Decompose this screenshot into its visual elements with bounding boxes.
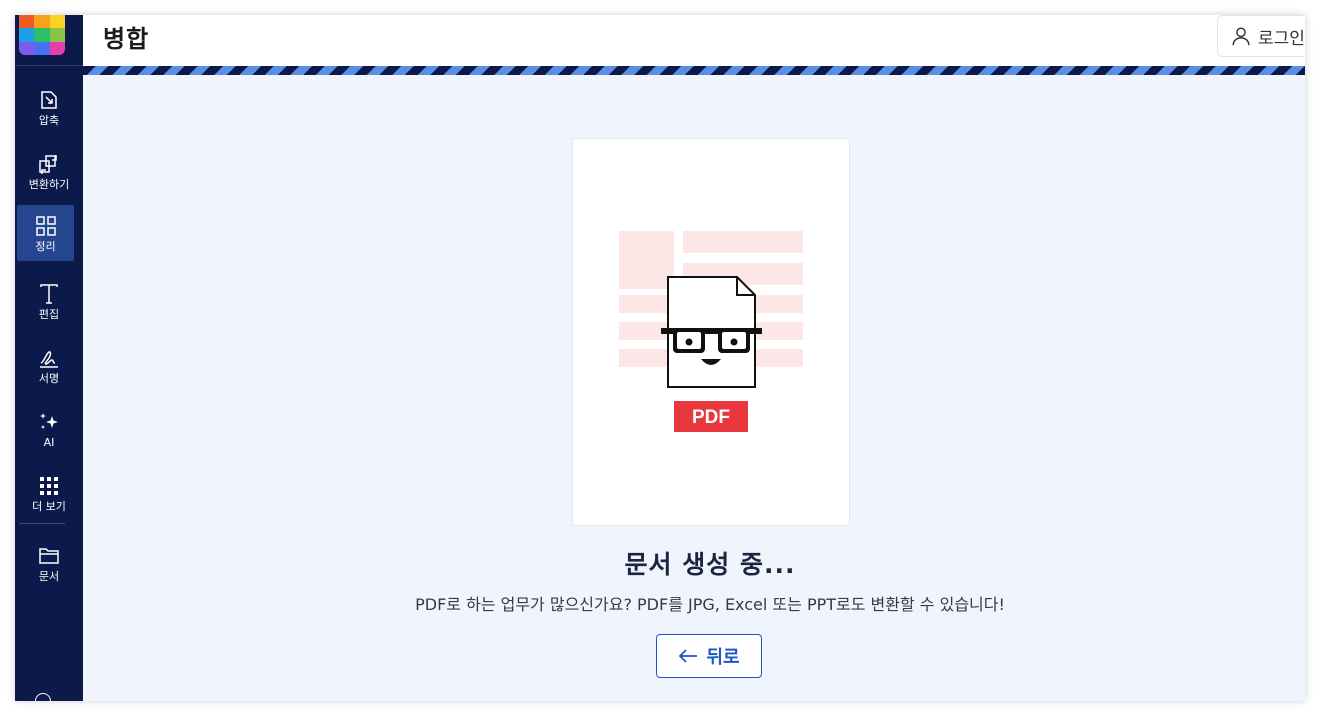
progress-stripe	[83, 66, 1305, 75]
back-button-label: 뒤로	[706, 647, 740, 668]
document-face-icon	[661, 276, 762, 388]
sidebar-item-convert[interactable]: 변환하기	[15, 143, 83, 199]
sidebar-item-label: 변환하기	[28, 177, 70, 191]
app-window: 압축 변환하기 정리 편집 서명 AI 더 보기 문서 병합 로그인 PDF 문…	[15, 15, 1305, 701]
pdf-badge-label: PDF	[692, 407, 730, 428]
sidebar-item-ai[interactable]: AI	[15, 401, 83, 457]
help-icon[interactable]	[35, 693, 51, 701]
pdf-illustration: PDF	[619, 231, 803, 432]
arrow-left-icon	[679, 649, 698, 663]
main-content: PDF 문서 생성 중... PDF로 하는 업무가 많으신가요? PDF를 J…	[83, 75, 1305, 701]
organize-icon	[35, 215, 56, 236]
sidebar-item-label: 정리	[35, 239, 56, 253]
login-label: 로그인	[1258, 28, 1305, 49]
sidebar-item-label: 편집	[38, 307, 60, 321]
back-button[interactable]: 뒤로	[656, 634, 762, 678]
sidebar: 압축 변환하기 정리 편집 서명 AI 더 보기 문서	[15, 15, 83, 701]
sidebar-item-label: 서명	[38, 371, 60, 385]
sidebar-item-organize[interactable]: 정리	[17, 205, 74, 261]
sidebar-item-label: AI	[43, 435, 55, 449]
header: 병합 로그인	[83, 15, 1305, 67]
sidebar-item-sign[interactable]: 서명	[15, 337, 83, 393]
status-description: PDF로 하는 업무가 많으신가요? PDF를 JPG, Excel 또는 PP…	[415, 595, 1005, 614]
ai-sparkle-icon	[40, 412, 58, 429]
convert-icon	[39, 154, 57, 174]
app-logo[interactable]	[19, 15, 65, 55]
document-preview-card: PDF	[572, 138, 850, 526]
sidebar-item-label: 더 보기	[32, 499, 66, 513]
sidebar-item-documents[interactable]: 문서	[15, 535, 83, 591]
sidebar-divider	[19, 523, 65, 524]
sidebar-item-label: 압축	[38, 113, 60, 127]
page-title: 병합	[103, 25, 150, 53]
status-title: 문서 생성 중...	[624, 550, 796, 579]
sidebar-item-edit[interactable]: 편집	[15, 273, 83, 329]
edit-text-icon	[40, 283, 58, 304]
sidebar-item-more[interactable]: 더 보기	[15, 465, 83, 521]
folder-icon	[39, 547, 59, 564]
sidebar-divider	[15, 65, 83, 66]
sidebar-item-label: 문서	[38, 569, 60, 583]
sign-icon	[40, 350, 58, 368]
sidebar-item-compress[interactable]: 압축	[15, 79, 83, 135]
login-button[interactable]: 로그인	[1217, 15, 1305, 57]
user-icon	[1232, 27, 1250, 46]
compress-icon	[41, 90, 57, 109]
more-grid-icon	[40, 476, 58, 495]
